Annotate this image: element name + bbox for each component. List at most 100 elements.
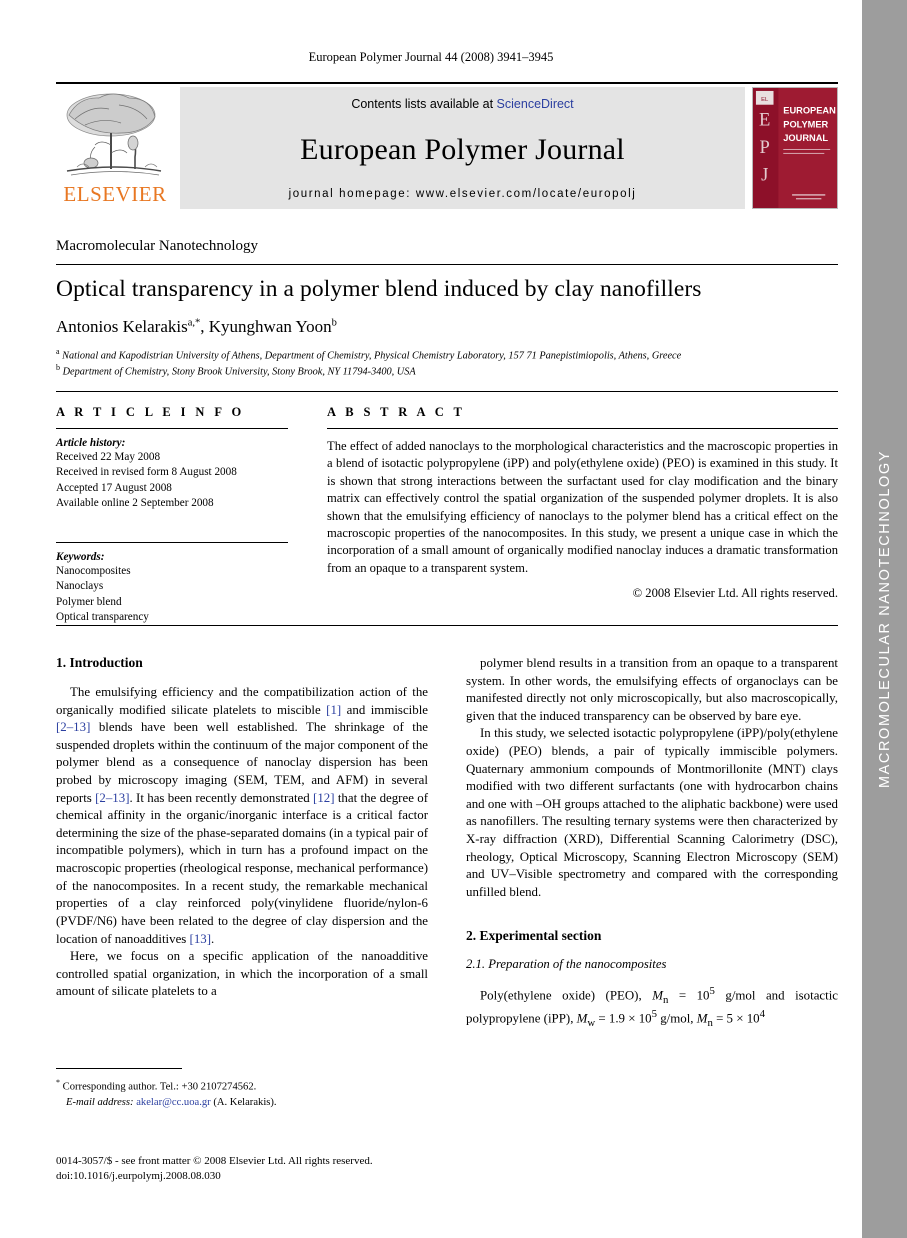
- exp-text-mid5: = 5 × 10: [712, 1011, 760, 1026]
- journal-homepage-line: journal homepage: www.elsevier.com/locat…: [288, 188, 637, 200]
- corresponding-author-note: * Corresponding author. Tel.: +30 210727…: [56, 1077, 428, 1095]
- affiliation-text-b: Department of Chemistry, Stony Brook Uni…: [62, 366, 416, 378]
- keyword-item: Nanocomposites: [56, 564, 131, 577]
- email-label: E-mail address:: [66, 1096, 134, 1108]
- affiliation-divider: [56, 390, 838, 392]
- article-info-panel: A R T I C L E I N F O Article history: R…: [56, 405, 288, 626]
- doi-line: doi:10.1016/j.eurpolymj.2008.08.030: [56, 1170, 221, 1183]
- svg-text:POLYMER: POLYMER: [783, 119, 828, 129]
- intro-text-e: that the degree of chemical affinity in …: [56, 790, 428, 946]
- experimental-paragraph-1: Poly(ethylene oxide) (PEO), Mn = 105 g/m…: [466, 984, 838, 1031]
- affiliation-a: a National and Kapodistrian University o…: [56, 347, 838, 363]
- affiliation-mark-b: b: [56, 363, 60, 373]
- contents-lists-line: Contents lists available at ScienceDirec…: [351, 97, 573, 111]
- citation-link-5[interactable]: [13]: [190, 932, 211, 946]
- email-suffix: (A. Kelarakis).: [210, 1096, 277, 1108]
- exp-symbol-mw-sub: w: [587, 1016, 596, 1029]
- keywords-block: Keywords: Nanocomposites Nanoclays Polym…: [56, 551, 288, 626]
- keyword-item: Polymer blend: [56, 595, 122, 608]
- running-head: European Polymer Journal 44 (2008) 3941–…: [308, 50, 554, 64]
- issn-line: 0014-3057/$ - see front matter © 2008 El…: [56, 1155, 373, 1167]
- article-info-heading: A R T I C L E I N F O: [56, 405, 245, 419]
- corresponding-text: Corresponding author. Tel.: +30 21072745…: [60, 1081, 257, 1093]
- intro-text-d: . It has been recently demonstrated: [129, 790, 314, 805]
- journal-title: European Polymer Journal: [300, 132, 625, 166]
- page-title: Optical transparency in a polymer blend …: [56, 276, 702, 302]
- title-block: Macromolecular Nanotechnology Optical tr…: [56, 238, 838, 392]
- svg-text:EL: EL: [761, 97, 769, 103]
- history-item: Received 22 May 2008: [56, 451, 161, 463]
- affiliation-mark-a: a: [56, 347, 60, 356]
- footnote-divider: [56, 1068, 182, 1069]
- introduction-heading: 1. Introduction: [56, 655, 143, 670]
- keywords-rule: [56, 541, 288, 543]
- elsevier-logo: ELSEVIER: [56, 87, 174, 209]
- abstract-copyright: © 2008 Elsevier Ltd. All rights reserved…: [632, 586, 838, 600]
- svg-text:JOURNAL: JOURNAL: [783, 133, 828, 143]
- svg-text:P: P: [760, 137, 770, 158]
- history-item: Available online 2 September 2008: [56, 497, 214, 510]
- contents-lists-prefix: Contents lists available at: [351, 97, 497, 111]
- body-column-right: polymer blend results in a transition fr…: [466, 655, 838, 1031]
- exp-text-pre: Poly(ethylene oxide) (PEO),: [480, 987, 653, 1002]
- info-abstract-region: A R T I C L E I N F O Article history: R…: [56, 405, 838, 626]
- elsevier-tree-icon: [66, 93, 162, 176]
- affiliation-b: b Department of Chemistry, Stony Brook U…: [56, 363, 838, 379]
- intro-text-f: .: [211, 931, 215, 946]
- abstract-heading: A B S T R A C T: [327, 405, 466, 419]
- svg-text:EUROPEAN: EUROPEAN: [783, 106, 836, 116]
- exp-symbol-mn2: M: [696, 1011, 708, 1026]
- masthead-center-panel: Contents lists available at ScienceDirec…: [180, 87, 745, 209]
- email-note: E-mail address: akelar@cc.uoa.gr (A. Kel…: [56, 1095, 428, 1110]
- author-marks-1: a,*: [187, 317, 201, 329]
- citation-link-4[interactable]: [12]: [313, 791, 334, 805]
- title-divider: [56, 264, 838, 265]
- exp-text-mid1: = 10: [668, 987, 710, 1002]
- abstract-text: The effect of added nanoclays to the mor…: [327, 439, 838, 575]
- footnote-area: * Corresponding author. Tel.: +30 210727…: [56, 1068, 428, 1110]
- svg-text:E: E: [759, 109, 770, 130]
- journal-section-label: Macromolecular Nanotechnology: [56, 238, 259, 254]
- journal-masthead: ELSEVIER Contents lists available at Sci…: [56, 82, 838, 209]
- journal-cover-art: EL E P J EUROPEAN POLYMER JOURNAL: [753, 88, 837, 208]
- author-list: Antonios Kelarakisa,*, Kyunghwan Yoonb: [56, 317, 838, 337]
- body-columns: 1. Introduction The emulsifying efficien…: [56, 655, 838, 1031]
- history-item: Received in revised form 8 August 2008: [56, 466, 237, 479]
- macromolecular-nanotechnology-band: MACROMOLECULAR NANOTECHNOLOGY: [862, 0, 907, 1238]
- keyword-item: Nanoclays: [56, 580, 104, 593]
- email-link[interactable]: akelar@cc.uoa.gr: [136, 1097, 210, 1108]
- keyword-item: Optical transparency: [56, 611, 149, 624]
- author-separator: ,: [200, 317, 209, 336]
- info-abstract-bottom-rule: [56, 625, 838, 626]
- article-history-heading: Article history:: [56, 437, 126, 449]
- citation-link-2[interactable]: [2–13]: [56, 720, 90, 734]
- abstract-panel: A B S T R A C T The effect of added nano…: [327, 405, 838, 626]
- right-paragraph-1: polymer blend results in a transition fr…: [466, 656, 838, 723]
- exp-symbol-mw: M: [576, 1011, 588, 1026]
- author-name-2: Kyunghwan Yoon: [208, 317, 332, 336]
- issn-doi-block: 0014-3057/$ - see front matter © 2008 El…: [56, 1154, 476, 1185]
- keywords-heading: Keywords:: [56, 550, 105, 563]
- elsevier-wordmark: ELSEVIER: [63, 182, 167, 206]
- body-column-left: 1. Introduction The emulsifying efficien…: [56, 655, 428, 1031]
- right-paragraph-2: In this study, we selected isotactic pol…: [466, 726, 838, 899]
- exp-exponent-3: 4: [759, 1008, 765, 1021]
- journal-cover-thumbnail: EL E P J EUROPEAN POLYMER JOURNAL: [752, 87, 838, 209]
- author-marks-2: b: [331, 317, 337, 329]
- intro-text-b: and immiscible: [341, 702, 429, 717]
- article-history-block: Article history: Received 22 May 2008 Re…: [56, 437, 288, 512]
- author-name-1: Antonios Kelarakis: [56, 317, 188, 336]
- experimental-subheading: 2.1. Preparation of the nanocomposites: [466, 956, 667, 971]
- exp-text-mid4: g/mol,: [656, 1011, 697, 1026]
- exp-text-mid3: = 1.9 × 10: [595, 1011, 652, 1026]
- masthead-top-rule: [56, 82, 838, 84]
- experimental-heading: 2. Experimental section: [466, 927, 602, 943]
- citation-link-1[interactable]: [1]: [326, 703, 341, 717]
- side-band-label: MACROMOLECULAR NANOTECHNOLOGY: [876, 449, 893, 789]
- citation-link-3[interactable]: [2–13]: [95, 791, 129, 805]
- introduction-paragraph-2: Here, we focus on a specific application…: [56, 949, 428, 999]
- exp-symbol-mn: M: [652, 987, 663, 1002]
- abstract-rule: [327, 428, 838, 429]
- sciencedirect-link[interactable]: ScienceDirect: [497, 97, 574, 111]
- svg-text:J: J: [761, 164, 768, 185]
